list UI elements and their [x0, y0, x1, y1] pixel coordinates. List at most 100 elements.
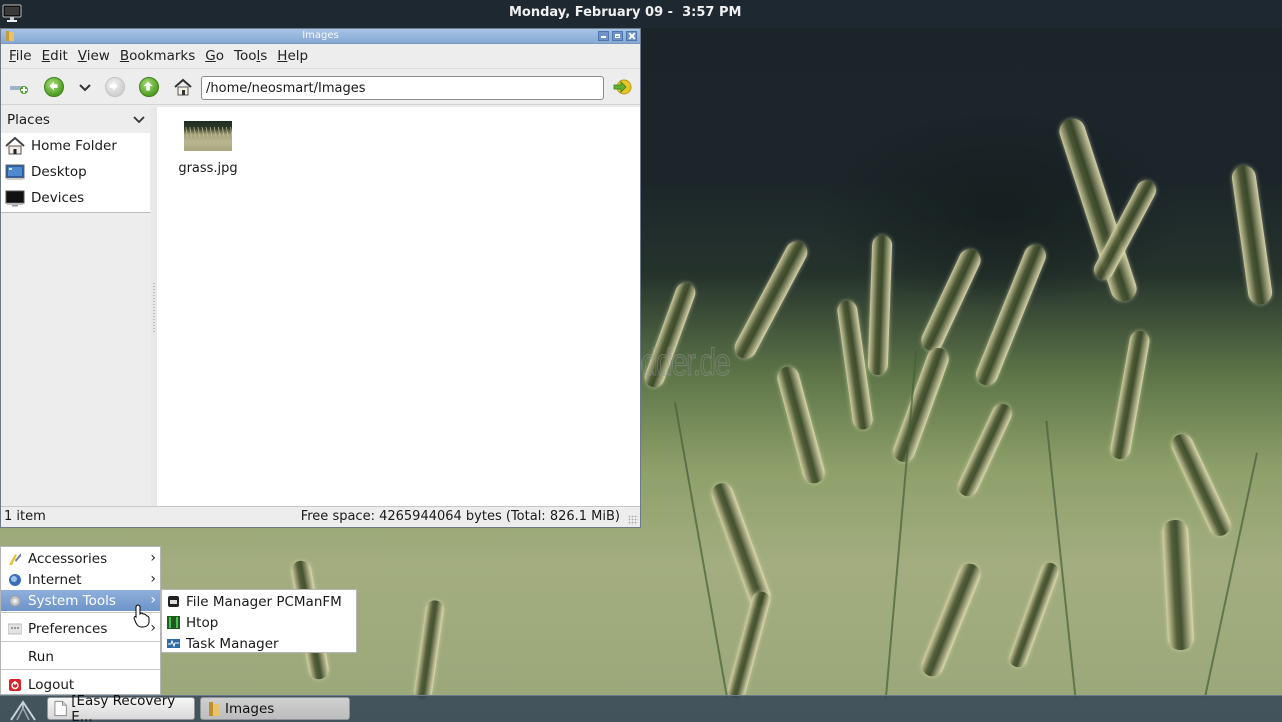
taskbar-item-images[interactable]: Images — [200, 697, 350, 720]
submenu-item-label: File Manager PCManFM — [186, 593, 342, 610]
menu-help[interactable]: Help — [272, 48, 313, 64]
minimize-button[interactable] — [598, 31, 609, 41]
wallpaper-grass-stalk — [917, 245, 985, 355]
wallpaper-grass-stalk — [867, 234, 893, 376]
wallpaper-grass-stalk — [708, 480, 774, 610]
hand-cursor-icon — [133, 604, 150, 628]
menu-mnemonic: V — [77, 48, 87, 64]
resize-grip[interactable] — [628, 515, 638, 525]
menu-item-logout[interactable]: Logout — [1, 674, 160, 695]
wallpaper-grass-stalk — [890, 344, 952, 466]
menu-item-accessories[interactable]: Accessories › — [1, 548, 160, 569]
document-icon — [54, 700, 67, 717]
arrow-up-icon — [143, 81, 153, 91]
go-button[interactable] — [612, 77, 632, 97]
up-button[interactable] — [139, 77, 159, 97]
clock[interactable]: Monday, February 09 - 3:57 PM — [509, 5, 741, 20]
sidebar-item-label: Home Folder — [31, 138, 117, 154]
wallpaper-grass-stalk — [1108, 329, 1152, 461]
menu-item-label: Accessories — [28, 550, 108, 567]
top-panel: Monday, February 09 - 3:57 PM — [0, 0, 1282, 28]
wallpaper-grass-stalk — [774, 364, 828, 486]
submenu-item-label: Htop — [186, 614, 219, 631]
menu-edit[interactable]: Edit — [37, 48, 73, 64]
menu-label: ile — [15, 48, 32, 64]
submenu-item-file-manager[interactable]: File Manager PCManFM — [162, 591, 356, 612]
menu-label: elp — [287, 48, 309, 64]
file-manager-icon — [168, 596, 179, 607]
menu-view[interactable]: View — [73, 48, 115, 64]
submenu-arrow-icon: › — [150, 620, 156, 636]
sidebar-item-devices[interactable]: Devices — [1, 185, 150, 211]
menu-mnemonic: F — [9, 48, 16, 64]
menu-separator — [1, 641, 160, 642]
window-title: Images — [302, 30, 339, 41]
taskbar-item-label: Images — [225, 700, 275, 717]
menu-item-run[interactable]: Run — [1, 646, 160, 667]
menu-separator — [1, 669, 160, 670]
menu-label: s — [260, 48, 268, 64]
taskbar-item-easy-recovery[interactable]: [Easy Recovery E... — [47, 693, 195, 722]
wallpaper-grass-stalk — [730, 237, 812, 363]
menu-tools[interactable]: Tools — [229, 48, 272, 64]
wallpaper-grass-stalk — [1006, 560, 1062, 670]
preferences-icon — [8, 623, 22, 634]
submenu-item-task-manager[interactable]: Task Manager — [162, 633, 356, 654]
arrow-right-icon — [109, 81, 118, 91]
sidebar-item-desktop[interactable]: Desktop — [1, 159, 150, 185]
free-space: Free space: 4265944064 bytes (Total: 826… — [300, 509, 620, 524]
places-header[interactable]: Places — [1, 107, 151, 133]
menu-item-internet[interactable]: Internet › — [1, 569, 160, 590]
sidebar-item-label: Devices — [31, 190, 85, 206]
menu-item-label: Preferences — [28, 620, 108, 637]
status-bar: 1 item Free space: 4265944064 bytes (Tot… — [1, 506, 640, 527]
wallpaper-grass-stalk — [1230, 164, 1274, 306]
menu-mnemonic: B — [119, 48, 130, 64]
menu-item-label: Logout — [28, 676, 75, 693]
wallpaper-grass-stalk — [954, 400, 1016, 500]
menu-go[interactable]: Go — [200, 48, 229, 64]
menu-item-label: System Tools — [28, 592, 116, 609]
splitter-grip — [153, 282, 155, 332]
file-item[interactable]: grass.jpg — [175, 121, 241, 176]
image-thumbnail — [184, 121, 232, 151]
menu-bookmarks[interactable]: Bookmarks — [115, 48, 200, 64]
wallpaper-grass-stem — [1045, 420, 1077, 700]
accessories-icon — [9, 552, 21, 565]
window-titlebar[interactable]: Images — [1, 29, 640, 44]
bottom-panel: [Easy Recovery E... Images — [0, 693, 1282, 722]
folder-icon — [209, 702, 219, 716]
system-tools-submenu: File Manager PCManFM Htop Task Manager — [161, 589, 357, 653]
arrow-left-icon — [49, 81, 58, 91]
start-menu-button[interactable] — [8, 698, 38, 722]
chevron-down-icon[interactable] — [133, 116, 145, 124]
menu-mnemonic: H — [277, 48, 288, 64]
logout-icon — [9, 678, 21, 691]
system-tools-icon — [9, 595, 21, 606]
content-area: Places Home Folder Desktop Devices grass… — [1, 107, 640, 506]
submenu-arrow-icon: › — [150, 592, 156, 608]
places-label: Places — [7, 112, 50, 128]
file-name: grass.jpg — [178, 161, 238, 176]
close-button[interactable] — [626, 31, 637, 41]
maximize-button[interactable] — [612, 31, 623, 41]
wallpaper-grass-stalk — [1161, 519, 1195, 651]
menu-label: ookmarks — [129, 48, 196, 64]
back-button[interactable] — [44, 77, 64, 97]
new-tab-button[interactable] — [9, 77, 29, 97]
home-button[interactable] — [173, 77, 193, 97]
sidebar-item-home-folder[interactable]: Home Folder — [1, 133, 150, 159]
location-input[interactable] — [201, 76, 604, 100]
forward-button[interactable] — [105, 77, 125, 97]
submenu-item-label: Task Manager — [186, 635, 279, 652]
submenu-item-htop[interactable]: Htop — [162, 612, 356, 633]
sidebar: Places Home Folder Desktop Devices — [1, 107, 151, 506]
menu-label: dit — [50, 48, 68, 64]
wallpaper-grass-stem — [884, 350, 918, 700]
menu-file[interactable]: File — [4, 48, 37, 64]
file-view[interactable]: grass.jpg — [157, 107, 640, 506]
file-manager-window: Images File Edit View Bookmarks Go Tools… — [0, 28, 641, 528]
history-dropdown-button[interactable] — [75, 77, 95, 97]
show-desktop-icon[interactable] — [2, 3, 22, 23]
item-count: 1 item — [4, 509, 46, 524]
